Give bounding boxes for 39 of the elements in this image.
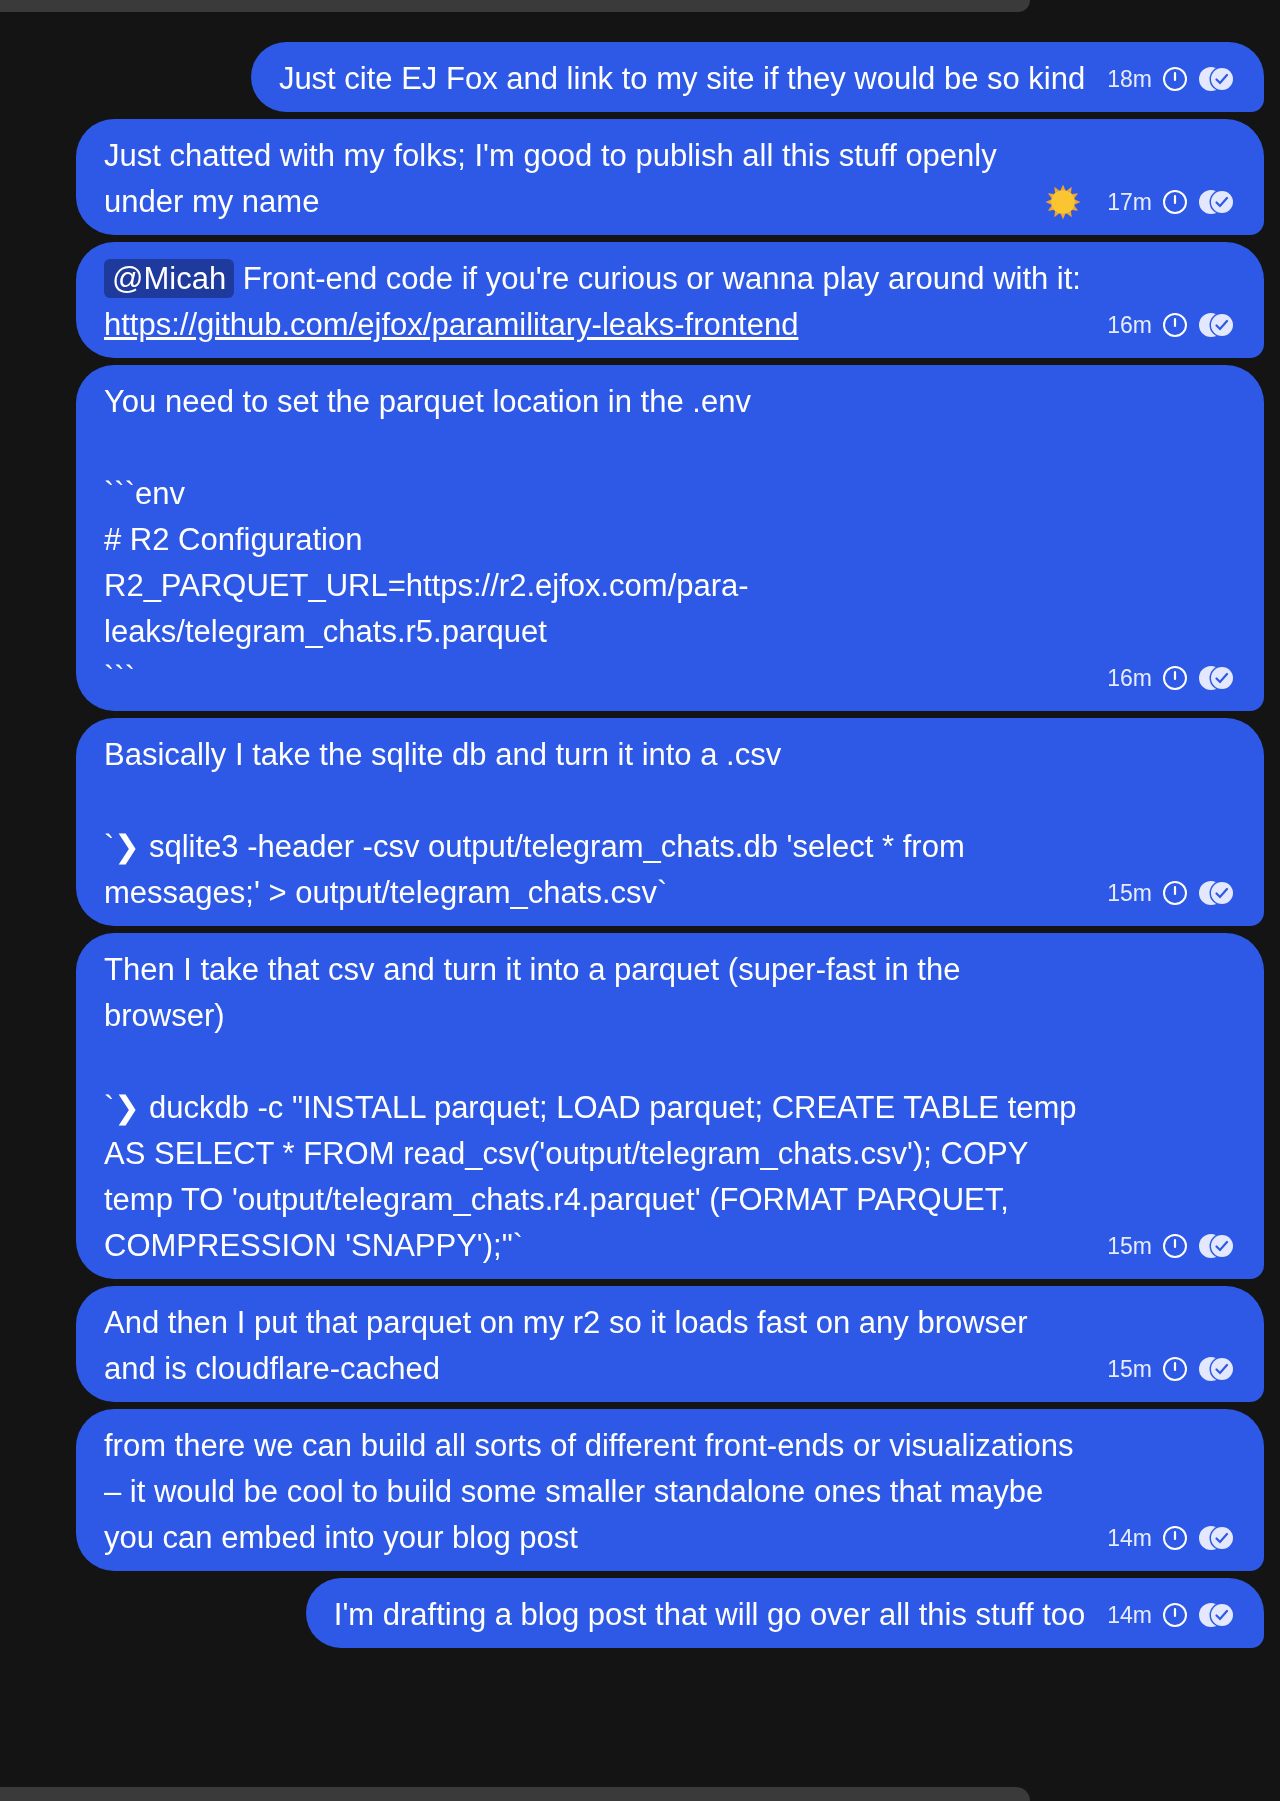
message-text: Then I take that csv and turn it into a parquet (super-fast in the browser) `❯ duckdb -c "INSTALL parquet; LOAD parquet; CREATE TABLE temp AS SELECT * FROM read_csv('output/telegram_chats.csv'); COPY temp TO 'output/telegram_chats.r4.parquet' (FORMAT PARQUET, COMPRESSION 'SNAPPY');"` (104, 952, 1078, 1263)
message-text: Front-end code if you're curious or wanna play around with it: (241, 261, 1082, 296)
message-time: 16m (1107, 664, 1152, 693)
message-text: Just cite EJ Fox and link to my site if they would be so kind (278, 61, 1086, 96)
clock-icon (1162, 1233, 1188, 1259)
double-check-icon (1198, 879, 1236, 907)
double-check-icon (1198, 311, 1236, 339)
message-text: I'm drafting a blog post that will go over all this stuff too (333, 1597, 1086, 1632)
message-time: 15m (1107, 1355, 1152, 1384)
clock-icon (1162, 1525, 1188, 1551)
message-text: from there we can build all sorts of different front-ends or visualizations – it would be cool to build some smaller standalone ones that maybe you can embed into your blog post (104, 1428, 1075, 1555)
message-time: 14m (1107, 1524, 1152, 1553)
message-time: 14m (1107, 1601, 1152, 1630)
message-text: And then I put that parquet on my r2 so it loads fast on any browser and is cloudflare-cached (104, 1305, 1029, 1386)
clock-icon (1162, 1602, 1188, 1628)
message-time: 15m (1107, 1232, 1152, 1261)
message-text: Basically I take the sqlite db and turn it into a .csv `❯ sqlite3 -header -csv output/telegram_chats.db 'select * from messages;' > output/telegram_chats.csv` (104, 737, 966, 910)
message-text: Just chatted with my folks; I'm good to publish all this stuff openly under my name (104, 137, 998, 221)
double-check-icon (1198, 188, 1236, 216)
double-check-icon (1198, 1524, 1236, 1552)
message-link[interactable]: https://github.com/ejfox/paramilitary-leaks-frontend (104, 307, 799, 342)
message-time: 15m (1107, 879, 1152, 908)
message-time: 17m (1107, 188, 1152, 217)
clock-icon (1162, 1356, 1188, 1382)
double-check-icon (1198, 1601, 1236, 1629)
clock-icon (1162, 665, 1188, 691)
sun-icon (1045, 184, 1082, 220)
clock-icon (1162, 880, 1188, 906)
double-check-icon (1198, 65, 1236, 93)
clock-icon (1162, 189, 1188, 215)
mention-tag[interactable]: @Micah (104, 259, 235, 298)
double-check-icon (1198, 1355, 1236, 1383)
clock-icon (1162, 312, 1188, 338)
double-check-icon (1198, 664, 1236, 692)
clock-icon (1162, 66, 1188, 92)
double-check-icon (1198, 1232, 1236, 1260)
message-time: 16m (1107, 311, 1152, 340)
message-time: 18m (1107, 65, 1152, 94)
message-text: You need to set the parquet location in the .env ```env # R2 Configuration R2_PARQUET_URL=https://r2.ejfox.com/para-leaks/telegram_chats.r5.parquet ``` (104, 384, 751, 695)
